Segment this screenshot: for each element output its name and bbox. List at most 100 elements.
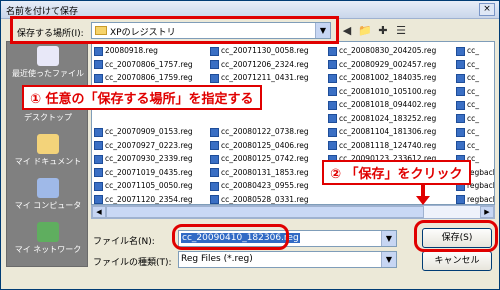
scroll-left-icon[interactable]: ◀ <box>92 206 106 218</box>
reg-file-icon <box>94 127 103 137</box>
file-item[interactable]: regback <box>456 193 495 204</box>
file-item[interactable]: 20080918.reg <box>94 44 193 58</box>
file-item[interactable]: cc_20071019_0435.reg <box>94 166 193 180</box>
chevron-down-icon[interactable]: ▼ <box>315 23 330 38</box>
reg-file-icon <box>328 141 337 150</box>
scroll-right-icon[interactable]: ▶ <box>480 206 494 218</box>
file-column: cc_20071130_0058.reg cc_20071206_2324.reg… <box>210 44 318 204</box>
place-recent[interactable]: 最近使ったファイル <box>7 44 89 88</box>
file-item[interactable]: cc_ <box>456 71 494 85</box>
file-item[interactable]: cc_ <box>456 58 494 72</box>
file-item[interactable]: cc_20080929_002457.reg <box>328 58 436 72</box>
file-name: cc_ <box>467 113 479 123</box>
file-item[interactable]: cc_20071206_2324.reg <box>210 58 318 72</box>
file-item[interactable]: cc_20070927_0223.reg <box>94 139 193 153</box>
file-column: 20080918.reg cc_20070806_1757.reg cc_20070… <box>94 44 193 204</box>
horizontal-scrollbar[interactable]: ◀ ▶ <box>91 205 495 219</box>
location-dropdown[interactable]: XPのレジストリ ▼ <box>91 22 331 39</box>
file-item[interactable]: cc_20081002_184035.reg <box>328 71 436 85</box>
reg-file-icon <box>94 181 103 191</box>
file-name: cc_ <box>467 73 479 82</box>
cancel-button[interactable]: キャンセル <box>422 251 492 271</box>
file-item[interactable]: cc_20070909_0153.reg <box>94 125 193 139</box>
reg-file-icon <box>210 127 219 137</box>
file-name: cc_20070930_2339.reg <box>105 154 193 163</box>
scroll-thumb[interactable] <box>106 206 424 218</box>
file-name: regback <box>467 194 495 204</box>
file-item[interactable]: cc_20080122_0738.reg <box>210 125 318 139</box>
file-item[interactable]: cc_20070930_2339.reg <box>94 152 193 166</box>
reg-file-icon <box>210 154 219 164</box>
file-item[interactable]: cc_ <box>456 44 494 58</box>
chevron-down-icon[interactable]: ▼ <box>381 231 396 246</box>
file-name: cc_20070909_0153.reg <box>105 127 193 136</box>
file-name: cc_20071019_0435.reg <box>105 167 193 177</box>
reg-file-icon <box>328 60 337 69</box>
file-name: cc_ <box>467 100 479 109</box>
file-name: cc_20080528_0331.reg <box>221 194 309 204</box>
file-item[interactable]: cc_20080125_0406.reg <box>210 139 318 153</box>
file-item[interactable]: cc_20080125_0742.reg <box>210 152 318 166</box>
file-item[interactable]: cc_20081118_124740.reg <box>328 139 436 153</box>
file-name: cc_ <box>467 140 479 150</box>
file-item[interactable]: cc_ <box>456 85 494 99</box>
file-item[interactable]: cc_20070806_1759.reg <box>94 71 193 85</box>
arrow-shaft <box>421 183 425 197</box>
filetype-label: ファイルの種類(T): <box>93 258 172 268</box>
reg-file-icon <box>456 46 465 56</box>
filename-input[interactable]: cc_20090410_182306.reg ▼ <box>178 230 397 247</box>
reg-file-icon <box>210 168 219 177</box>
step2-callout: ② 「保存」をクリック <box>322 160 471 185</box>
place-my-network[interactable]: マイ ネットワーク <box>7 220 89 264</box>
file-item[interactable]: cc_ <box>456 112 494 126</box>
new-folder-icon[interactable]: ✚ <box>375 23 391 39</box>
reg-file-icon <box>94 73 103 83</box>
file-name: cc_ <box>467 46 479 55</box>
save-as-dialog: 名前を付けて保存 × 保存する場所(I): XPのレジストリ ▼ ◀ 📁 ✚ ☰… <box>0 0 500 290</box>
file-item[interactable]: cc_ <box>456 125 494 139</box>
file-name: cc_20070806_1757.reg <box>105 59 193 69</box>
file-item[interactable]: cc_20070806_1757.reg <box>94 58 193 72</box>
file-item[interactable]: cc_20080528_0331.reg <box>210 193 318 204</box>
location-value: XPのレジストリ <box>110 28 176 38</box>
file-name: cc_20080929_002457.reg <box>339 59 437 69</box>
my-computer-icon <box>37 178 59 198</box>
file-item[interactable]: cc_20081024_183252.reg <box>328 112 436 126</box>
filetype-select[interactable]: Reg Files (*.reg) ▼ <box>178 251 397 268</box>
filename-label: ファイル名(N): <box>93 237 155 247</box>
file-item[interactable]: cc_ <box>456 98 494 112</box>
file-name: regback <box>467 167 495 177</box>
file-item[interactable]: cc_20081104_181306.reg <box>328 125 436 139</box>
file-item[interactable]: cc_ <box>456 139 494 153</box>
file-item[interactable]: cc_20071130_0058.reg <box>210 44 318 58</box>
place-my-computer[interactable]: マイ コンピュータ <box>7 176 89 220</box>
file-item[interactable]: cc_20081010_105100.reg <box>328 85 436 99</box>
reg-file-icon <box>456 73 465 83</box>
reg-file-icon <box>456 87 465 96</box>
reg-file-icon <box>94 168 103 177</box>
file-item[interactable]: cc_20071120_2354.reg <box>94 193 193 204</box>
reg-file-icon <box>210 46 219 56</box>
place-my-documents[interactable]: マイ ドキュメント <box>7 132 89 176</box>
file-item[interactable]: cc_20080830_204205.reg <box>328 44 436 58</box>
arrow-down-icon <box>416 196 430 205</box>
chevron-down-icon[interactable]: ▼ <box>381 252 396 267</box>
up-folder-icon[interactable]: 📁 <box>357 23 373 39</box>
file-item[interactable]: cc_20071105_0050.reg <box>94 179 193 193</box>
file-item[interactable]: cc_20081018_094402.reg <box>328 98 436 112</box>
reg-file-icon <box>328 46 337 56</box>
save-button[interactable]: 保存(S) <box>422 228 492 248</box>
file-name: cc_20080830_204205.reg <box>339 46 437 55</box>
back-icon[interactable]: ◀ <box>339 23 355 39</box>
view-menu-icon[interactable]: ☰ <box>393 23 409 39</box>
file-item[interactable]: cc_20071211_0431.reg <box>210 71 318 85</box>
reg-file-icon <box>210 195 219 204</box>
file-item[interactable]: cc_20080423_0955.reg <box>210 179 318 193</box>
filename-value: cc_20090410_182306.reg <box>181 233 300 243</box>
close-button[interactable]: × <box>479 3 495 16</box>
file-item-empty <box>210 112 318 126</box>
file-name: cc_ <box>467 127 479 136</box>
reg-file-icon <box>210 181 219 191</box>
places-bar: 最近使ったファイル デスクトップ マイ ドキュメント マイ コンピュータ マイ … <box>6 41 88 267</box>
file-item[interactable]: cc_20080131_1853.reg <box>210 166 318 180</box>
